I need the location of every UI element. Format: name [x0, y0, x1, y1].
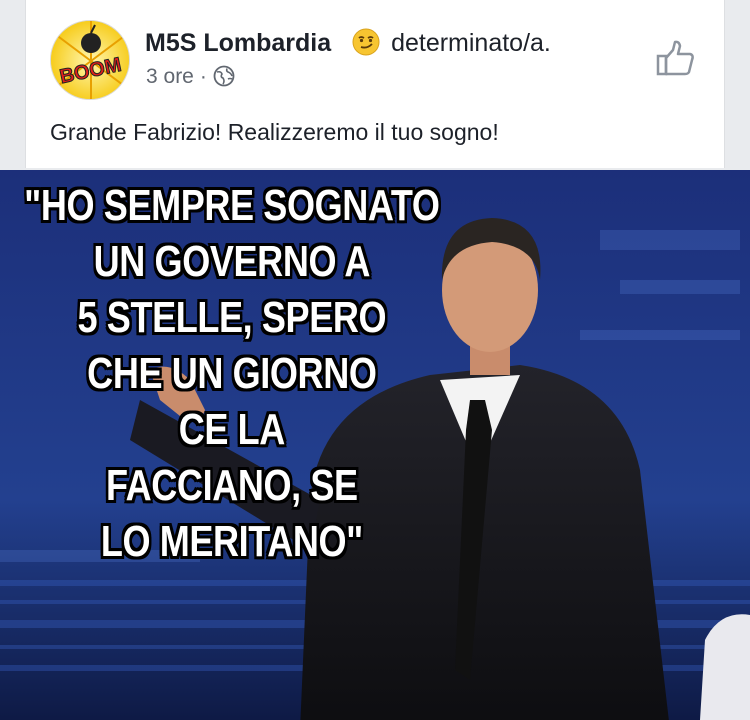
post-meta: 3 ore ·: [146, 65, 235, 93]
quote-line: CE LA: [178, 405, 286, 454]
author-name[interactable]: M5S Lombardia: [145, 29, 331, 57]
avatar[interactable]: BOOM: [50, 20, 130, 100]
smirk-emoji-icon: [352, 28, 380, 63]
quote-line: FACCIANO, SE: [106, 461, 358, 510]
quote-line: "HO SEMPRE SOGNATO: [24, 181, 440, 230]
quote-line: UN GOVERNO A: [93, 237, 371, 286]
quote-line: CHE UN GIORNO: [87, 349, 377, 398]
quote-overlay: "HO SEMPRE SOGNATO UN GOVERNO A 5 STELLE…: [0, 178, 472, 570]
like-thumb-icon[interactable]: [656, 38, 696, 83]
globe-icon[interactable]: [213, 65, 235, 93]
post-timestamp[interactable]: 3 ore: [146, 65, 194, 88]
post-card: BOOM M5S Lombardia determinato/a. 3 ore ·: [25, 0, 725, 168]
post-photo[interactable]: "HO SEMPRE SOGNATO UN GOVERNO A 5 STELLE…: [0, 170, 750, 720]
boom-logo: BOOM: [51, 21, 129, 99]
meta-separator: ·: [199, 65, 207, 88]
author-line: M5S Lombardia determinato/a.: [145, 28, 551, 63]
quote-line: 5 STELLE, SPERO: [77, 293, 387, 342]
feeling-text: determinato/a.: [391, 29, 551, 57]
quote-line: LO MERITANO": [100, 517, 363, 566]
post-message: Grande Fabrizio! Realizzeremo il tuo sog…: [50, 119, 499, 145]
